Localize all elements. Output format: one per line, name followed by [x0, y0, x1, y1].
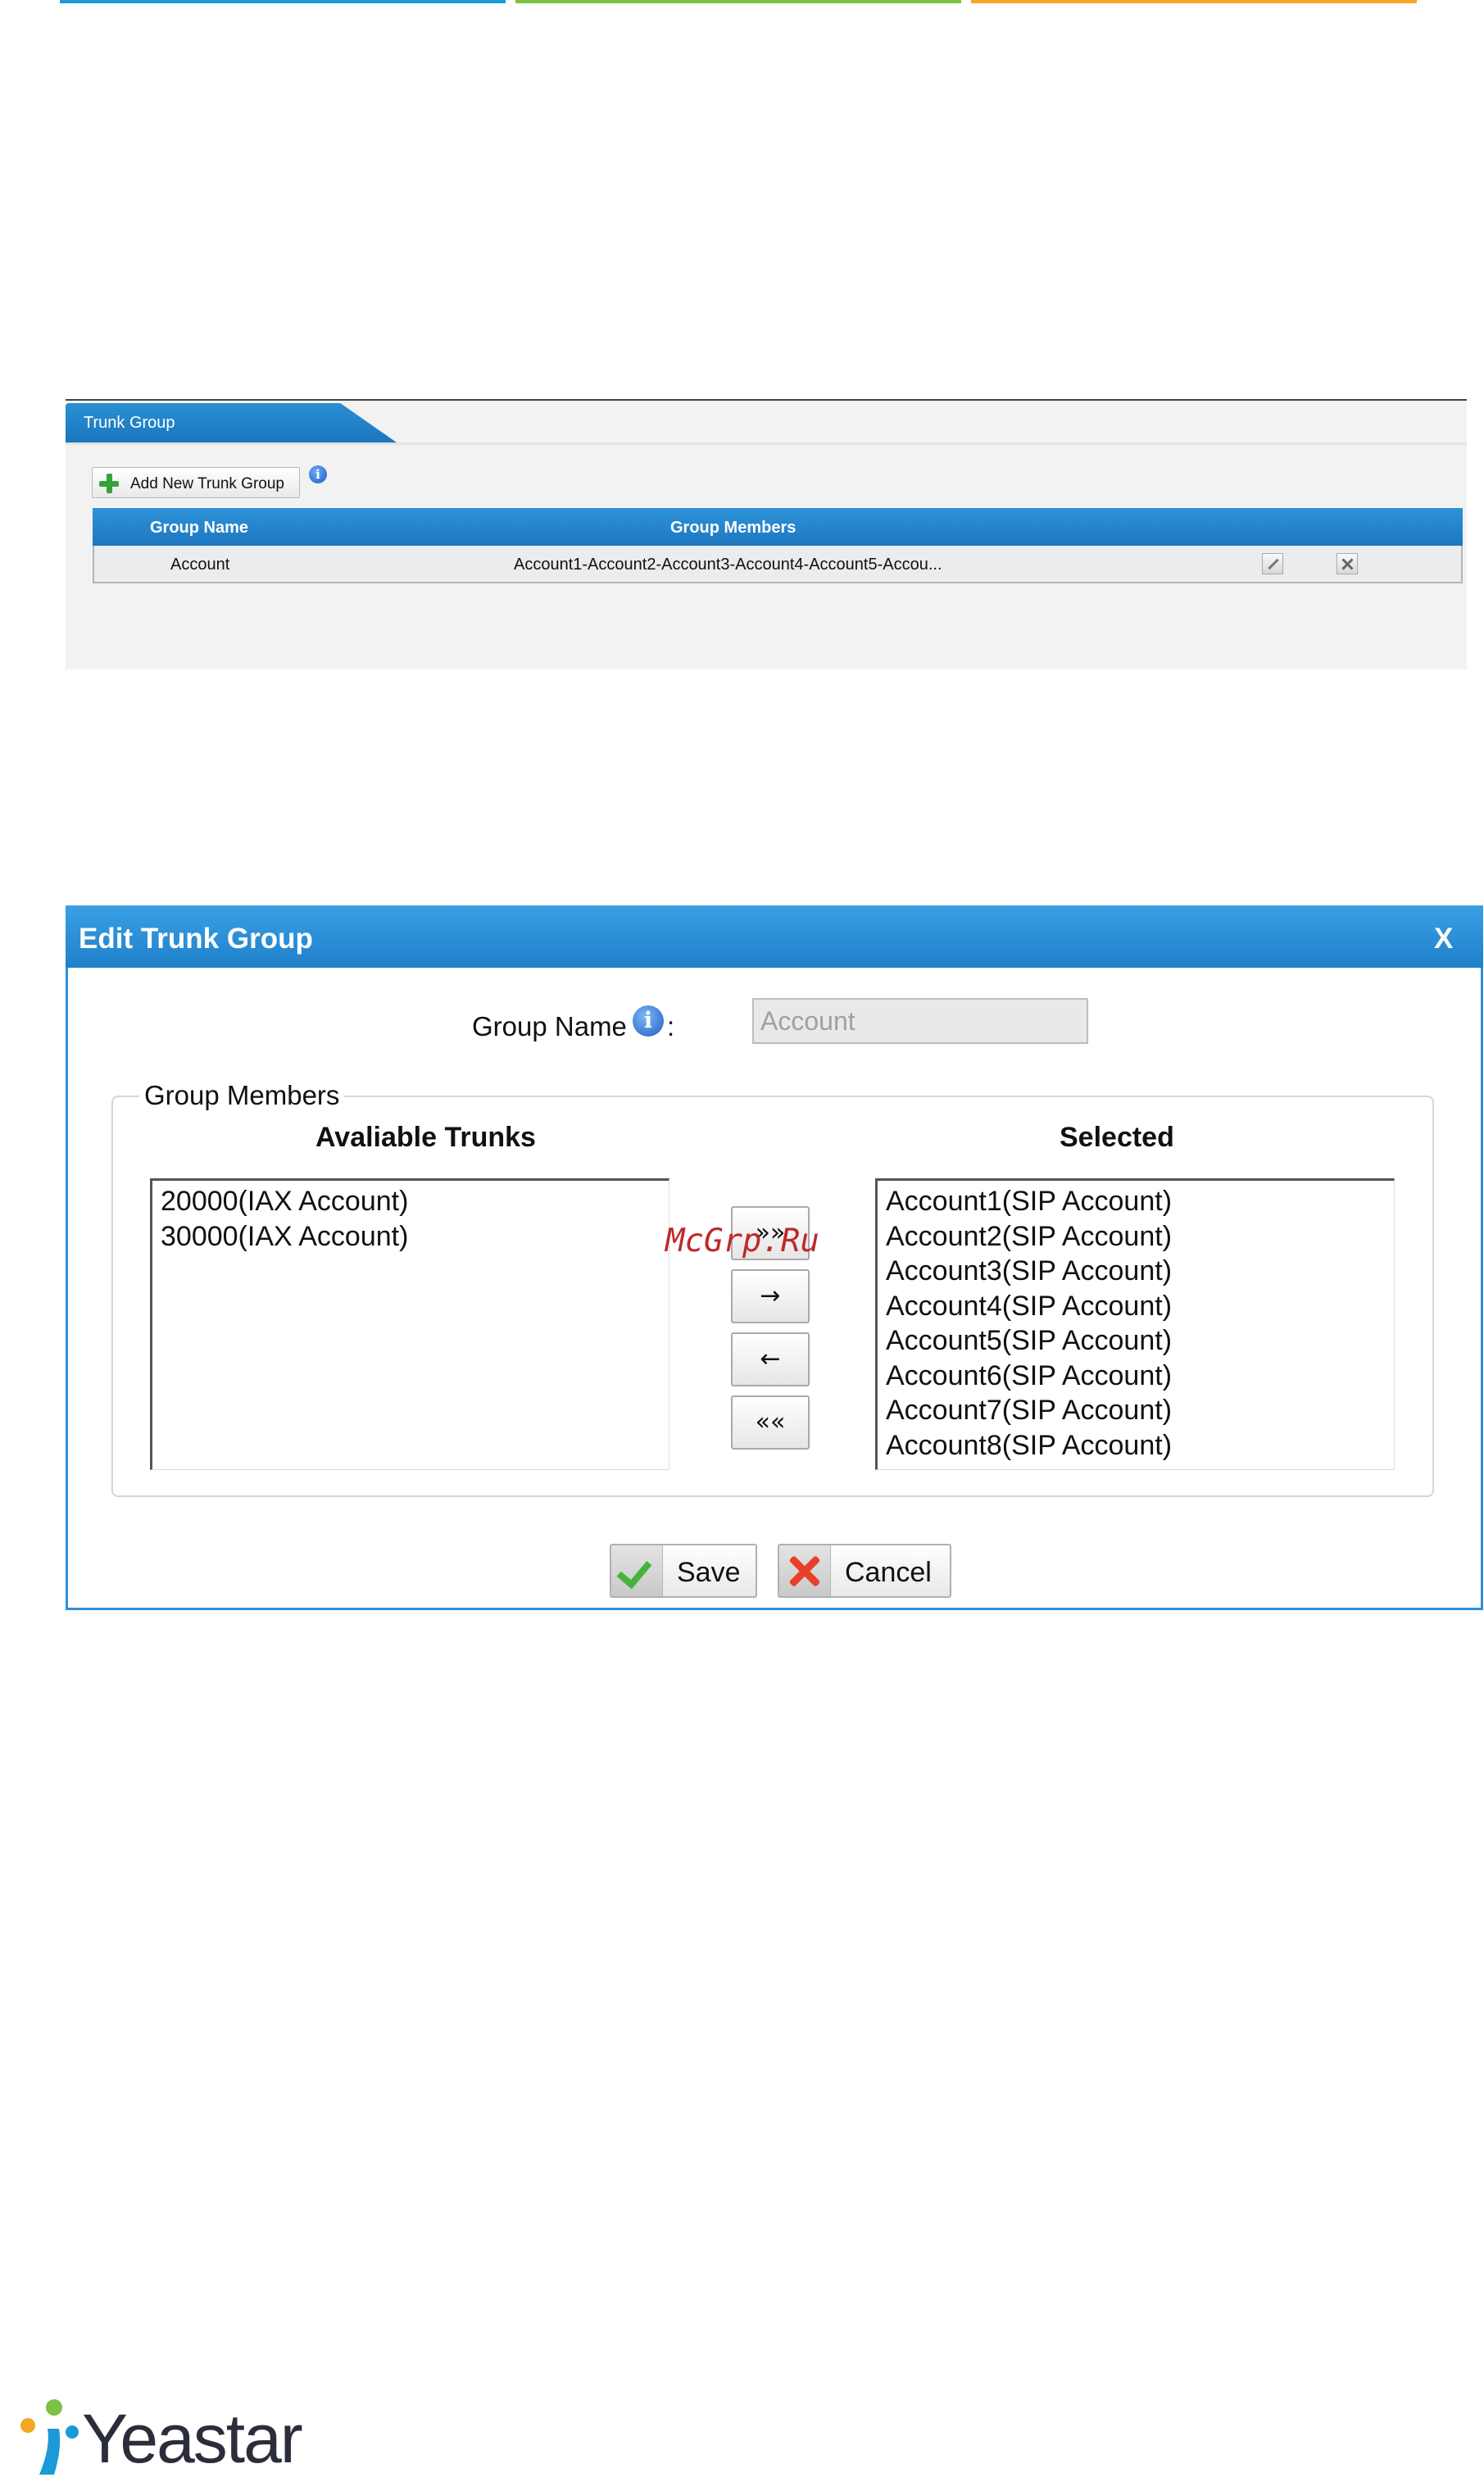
cell-group-members: Account1-Account2-Account3-Account4-Acco…: [514, 556, 942, 574]
available-trunks-header: Avaliable Trunks: [315, 1122, 536, 1153]
list-item[interactable]: 30000(IAX Account): [161, 1219, 669, 1255]
group-name-input[interactable]: [752, 998, 1088, 1044]
cancel-label: Cancel: [845, 1557, 932, 1588]
list-item[interactable]: Account7(SIP Account): [886, 1393, 1394, 1428]
cancel-button[interactable]: Cancel: [778, 1544, 951, 1598]
close-button[interactable]: X: [1434, 923, 1453, 955]
cross-icon: [779, 1545, 831, 1596]
dialog-title: Edit Trunk Group: [79, 923, 313, 955]
info-icon[interactable]: i: [633, 1005, 664, 1037]
list-item[interactable]: Account4(SIP Account): [886, 1289, 1394, 1324]
move-all-left-button[interactable]: ««: [731, 1395, 810, 1450]
edit-icon[interactable]: [1262, 553, 1283, 574]
list-item[interactable]: Account1(SIP Account): [886, 1184, 1394, 1219]
info-icon[interactable]: i: [309, 465, 327, 483]
move-left-button[interactable]: ←: [731, 1332, 810, 1386]
group-name-label: Group Name: [472, 1011, 627, 1041]
list-item[interactable]: Account3(SIP Account): [886, 1254, 1394, 1289]
column-header-group-name: Group Name: [150, 519, 249, 537]
available-trunks-list[interactable]: 20000(IAX Account) 30000(IAX Account): [150, 1178, 669, 1470]
tab-trunk-group-label: Trunk Group: [84, 414, 175, 432]
list-item[interactable]: Account6(SIP Account): [886, 1359, 1394, 1394]
move-right-button[interactable]: →: [731, 1269, 810, 1323]
logo-text: Yeastar: [82, 2400, 303, 2477]
delete-icon[interactable]: [1337, 553, 1358, 574]
list-item[interactable]: Account8(SIP Account): [886, 1428, 1394, 1463]
tab-trunk-group[interactable]: Trunk Group: [66, 403, 397, 442]
selected-header: Selected: [1060, 1122, 1174, 1153]
list-item[interactable]: Account2(SIP Account): [886, 1219, 1394, 1255]
list-item[interactable]: 20000(IAX Account): [161, 1184, 669, 1219]
add-new-trunk-group-label: Add New Trunk Group: [130, 475, 284, 492]
table-row[interactable]: Account Account1-Account2-Account3-Accou…: [94, 546, 1461, 582]
checkmark-icon: [611, 1545, 663, 1596]
column-header-group-members: Group Members: [670, 519, 796, 537]
top-bar-green: [515, 0, 961, 3]
add-new-trunk-group-button[interactable]: Add New Trunk Group: [92, 467, 300, 498]
group-members-legend: Group Members: [139, 1080, 345, 1111]
table-header: Group Name Group Members: [93, 508, 1463, 546]
top-bar-orange: [971, 0, 1417, 3]
cell-group-name: Account: [170, 556, 230, 574]
selected-trunks-list[interactable]: Account1(SIP Account) Account2(SIP Accou…: [875, 1178, 1395, 1470]
top-bar-blue: [60, 0, 506, 3]
list-item[interactable]: Account5(SIP Account): [886, 1323, 1394, 1359]
plus-icon: [99, 474, 119, 493]
tab-underline: [66, 442, 1467, 445]
group-name-colon: :: [667, 1011, 675, 1041]
save-label: Save: [677, 1557, 741, 1588]
save-button[interactable]: Save: [610, 1544, 757, 1598]
watermark: McGrp.Ru: [665, 1223, 819, 1259]
